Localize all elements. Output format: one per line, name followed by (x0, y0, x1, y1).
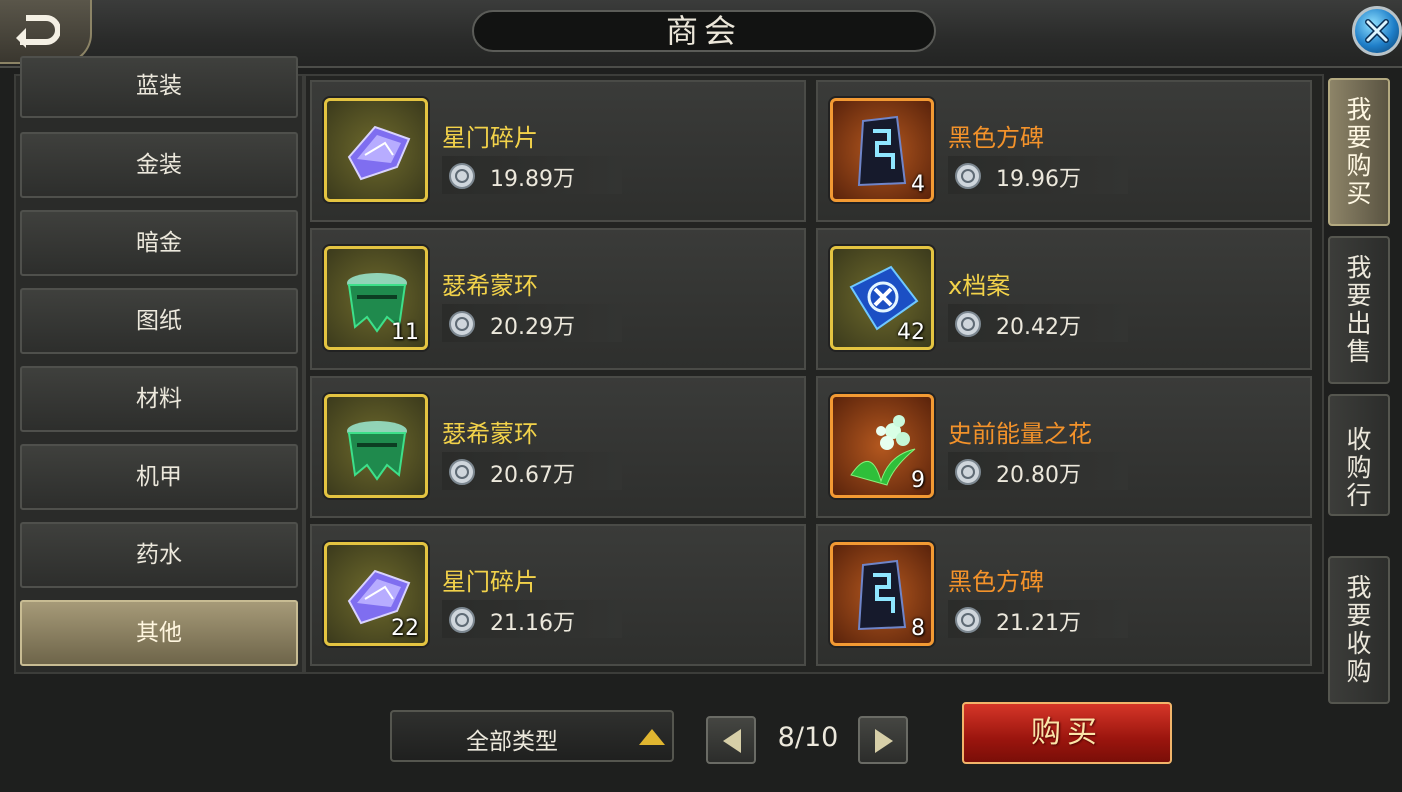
item-slot[interactable]: 9 (830, 394, 934, 498)
item-card[interactable]: 8 黑色方碑 21.21万 (816, 524, 1312, 666)
price-row: 19.96万 (948, 156, 1128, 194)
category-gold-gear[interactable]: 金装 (20, 132, 298, 198)
item-name: 瑟希蒙环 (442, 420, 538, 448)
tab-purchase-house-label: 收购行 (1346, 425, 1372, 510)
item-name: 黑色方碑 (948, 568, 1044, 596)
item-card[interactable]: 9 史前能量之花 20.80万 (816, 376, 1312, 518)
item-slot[interactable]: 4 (830, 98, 934, 202)
coin-icon (449, 459, 475, 485)
item-quantity: 9 (911, 468, 925, 493)
page-indicator: 8/10 (777, 722, 839, 753)
item-quantity: 8 (911, 616, 925, 641)
item-card[interactable]: 42 x档案 20.42万 (816, 228, 1312, 370)
item-slot[interactable]: 11 (324, 246, 428, 350)
coin-icon (955, 311, 981, 337)
price-row: 20.80万 (948, 452, 1128, 490)
category-potions[interactable]: 药水 (20, 522, 298, 588)
coin-icon (449, 311, 475, 337)
item-name: 星门碎片 (442, 568, 538, 596)
crystal-shard-icon (347, 125, 411, 181)
item-card[interactable]: 星门碎片 19.89万 (310, 80, 806, 222)
tab-sell-label: 我要出售 (1346, 253, 1372, 366)
tab-sell[interactable]: 我要出售 (1328, 236, 1390, 384)
coin-icon (955, 163, 981, 189)
coin-icon (955, 459, 981, 485)
price-row: 19.89万 (442, 156, 622, 194)
coin-icon (449, 607, 475, 633)
price-row: 20.67万 (442, 452, 622, 490)
title-plate: 商会 (472, 10, 936, 52)
item-price: 20.80万 (996, 463, 1081, 488)
item-price: 21.16万 (490, 611, 575, 636)
item-slot[interactable]: 42 (830, 246, 934, 350)
category-materials[interactable]: 材料 (20, 366, 298, 432)
item-price: 19.96万 (996, 167, 1081, 192)
category-dark-gold[interactable]: 暗金 (20, 210, 298, 276)
close-icon (1365, 19, 1389, 43)
item-price: 21.21万 (996, 611, 1081, 636)
item-name: 星门碎片 (442, 124, 538, 152)
close-button[interactable] (1352, 6, 1402, 56)
item-name: 黑色方碑 (948, 124, 1044, 152)
category-blueprints[interactable]: 图纸 (20, 288, 298, 354)
coin-icon (955, 607, 981, 633)
dropdown-arrow-icon (639, 729, 665, 745)
item-price: 20.42万 (996, 315, 1081, 340)
prev-page-button[interactable] (706, 716, 756, 764)
category-blue-gear[interactable]: 蓝装 (20, 56, 298, 118)
back-button[interactable] (0, 0, 92, 64)
price-row: 21.21万 (948, 600, 1128, 638)
tab-request-buy-label: 我要收购 (1346, 573, 1372, 686)
item-quantity: 22 (391, 616, 419, 641)
item-quantity: 4 (911, 172, 925, 197)
price-row: 20.29万 (442, 304, 622, 342)
buy-button-label: 购买 (1031, 715, 1103, 750)
next-page-button[interactable] (858, 716, 908, 764)
type-filter-label: 全部类型 (466, 729, 558, 755)
item-name: 史前能量之花 (948, 420, 1092, 448)
item-card[interactable]: 4 黑色方碑 19.96万 (816, 80, 1312, 222)
buy-button[interactable]: 购买 (962, 702, 1172, 764)
tab-purchase-house[interactable]: 收购行 (1328, 394, 1390, 516)
type-filter-dropdown[interactable]: 全部类型 (390, 710, 674, 762)
item-quantity: 42 (897, 320, 925, 345)
item-price: 19.89万 (490, 167, 575, 192)
category-other[interactable]: 其他 (20, 600, 298, 666)
jade-ring-icon (347, 421, 407, 481)
item-price: 20.67万 (490, 463, 575, 488)
back-arrow-icon (16, 15, 60, 48)
item-name: 瑟希蒙环 (442, 272, 538, 300)
item-slot[interactable]: 8 (830, 542, 934, 646)
coin-icon (449, 163, 475, 189)
tab-request-buy[interactable]: 我要收购 (1328, 556, 1390, 704)
price-row: 20.42万 (948, 304, 1128, 342)
page-title: 商会 (665, 12, 742, 50)
item-price: 20.29万 (490, 315, 575, 340)
arrow-right-icon (875, 729, 893, 753)
item-slot[interactable]: 22 (324, 542, 428, 646)
item-card[interactable]: 瑟希蒙环 20.67万 (310, 376, 806, 518)
item-card[interactable]: 11 瑟希蒙环 20.29万 (310, 228, 806, 370)
category-mecha[interactable]: 机甲 (20, 444, 298, 510)
item-name: x档案 (948, 272, 1011, 300)
item-slot[interactable] (324, 394, 428, 498)
price-row: 21.16万 (442, 600, 622, 638)
item-card[interactable]: 22 星门碎片 21.16万 (310, 524, 806, 666)
item-slot[interactable] (324, 98, 428, 202)
tab-buy[interactable]: 我要购买 (1328, 78, 1390, 226)
arrow-left-icon (723, 729, 741, 753)
item-quantity: 11 (391, 320, 419, 345)
tab-buy-label: 我要购买 (1346, 95, 1372, 208)
